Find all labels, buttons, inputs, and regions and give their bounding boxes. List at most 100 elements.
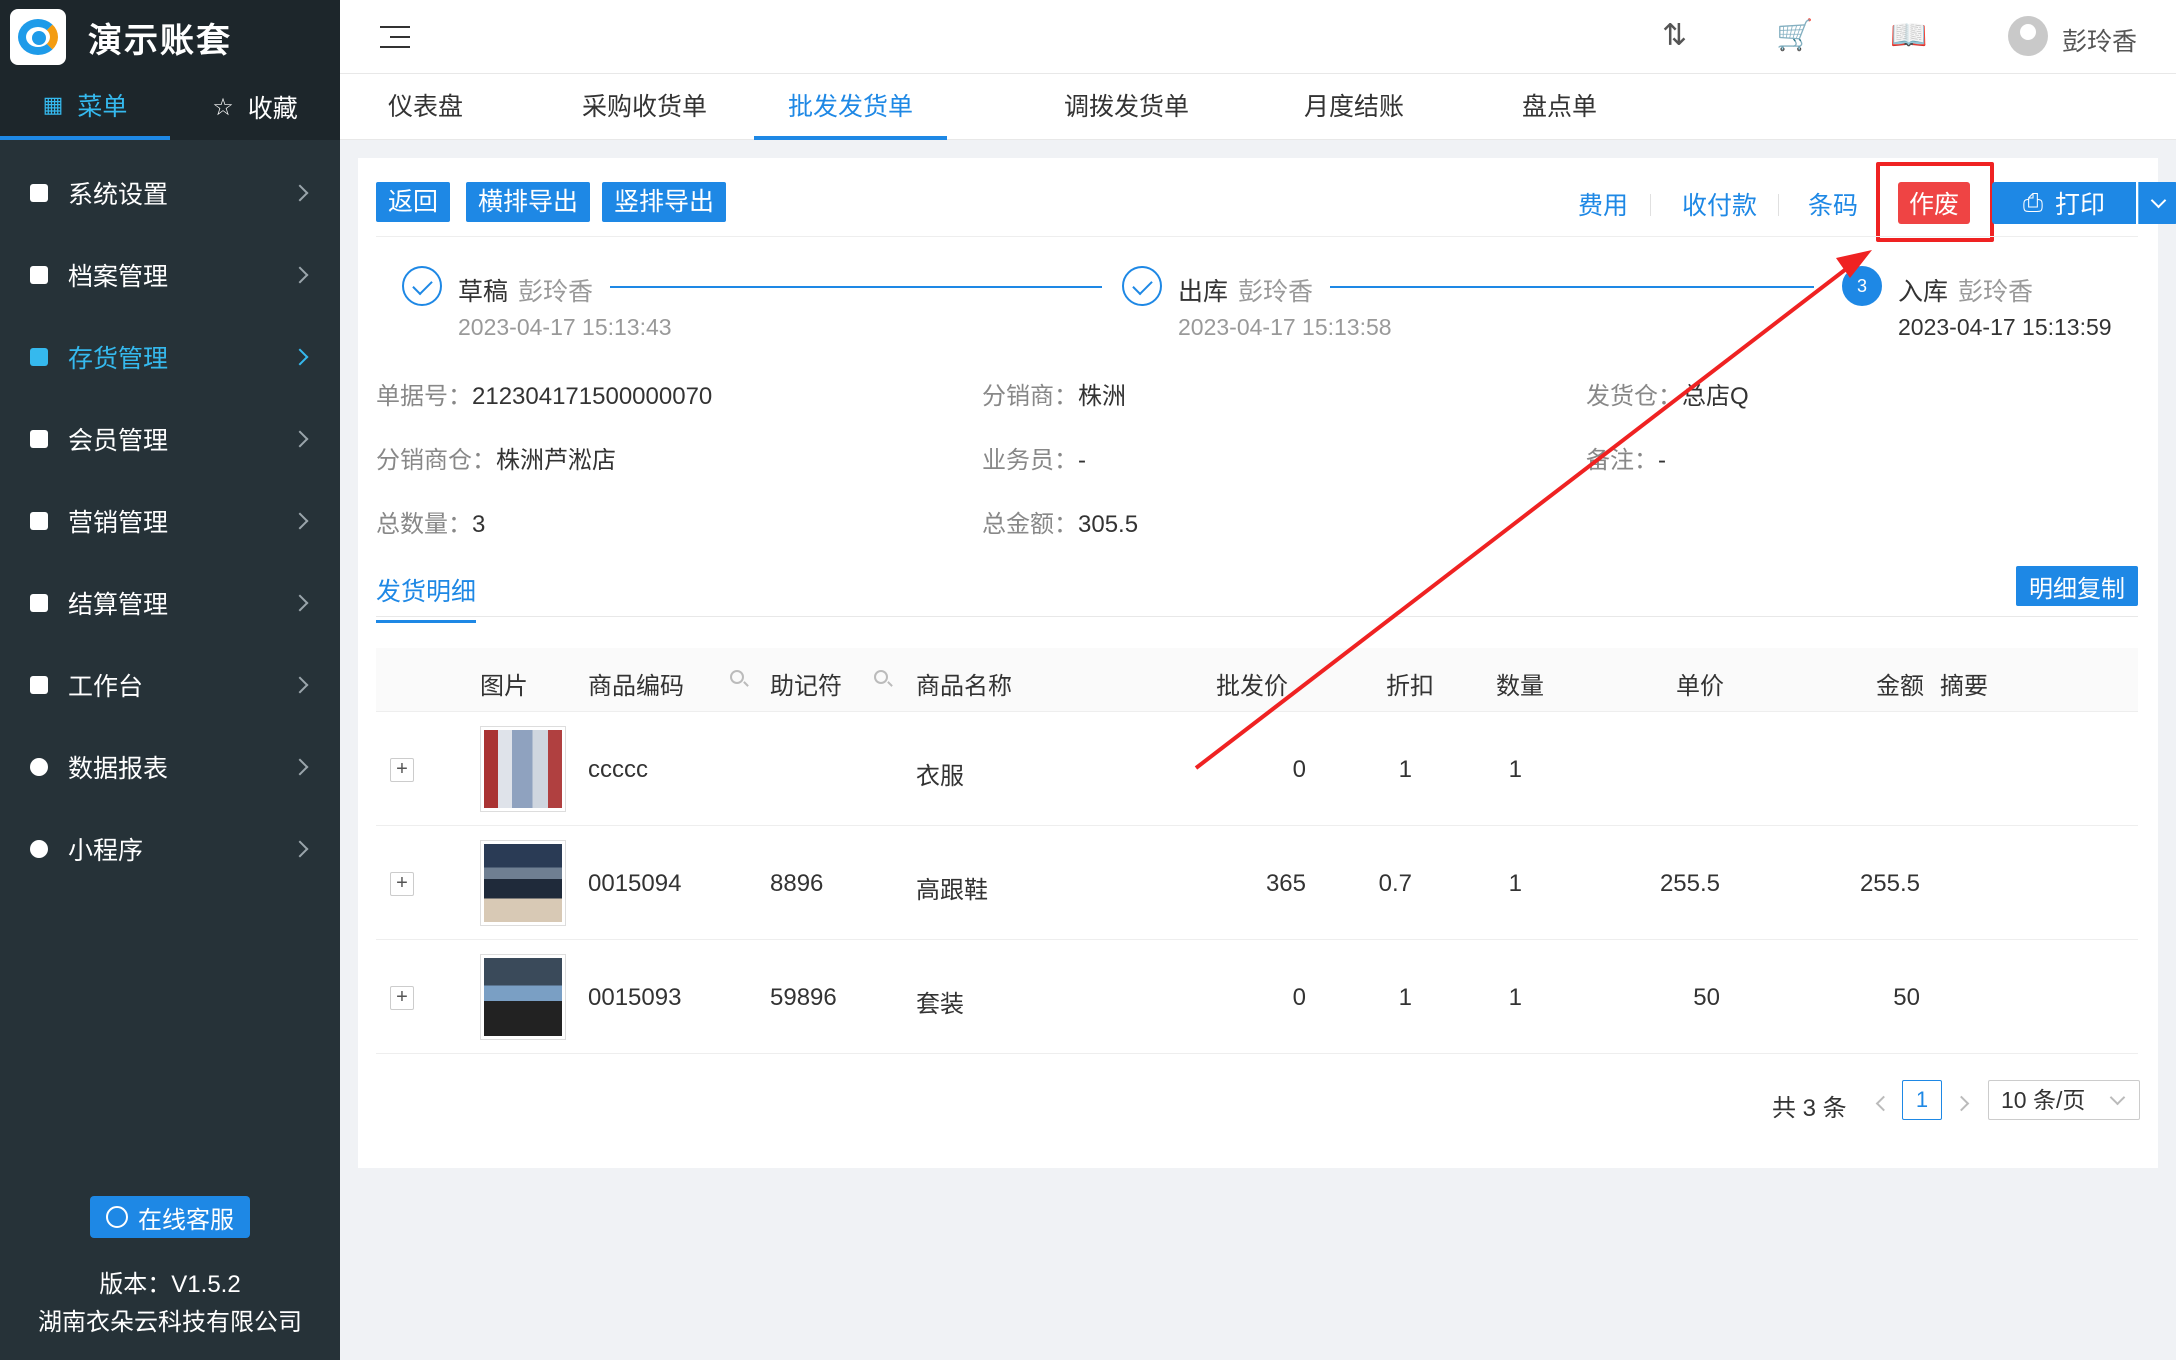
sidebar-item-archive[interactable]: 档案管理 <box>0 234 340 316</box>
column-header: 金额 <box>1876 673 1924 700</box>
export-vertical-button[interactable]: 竖排导出 <box>602 182 727 222</box>
user-avatar-icon[interactable] <box>2008 16 2048 56</box>
cell-name: 衣服 <box>916 763 964 790</box>
online-service-button[interactable]: 在线客服 <box>90 1196 250 1238</box>
user-name[interactable]: 彭玲香 <box>2062 22 2137 58</box>
sidebar-item-label: 档案管理 <box>68 263 169 291</box>
expand-icon[interactable]: + <box>390 872 414 896</box>
info-order-no: 单据号：212304171500000070 <box>376 376 712 411</box>
info-salesman: 业务员：- <box>982 440 1086 475</box>
step-time: 2023-04-17 15:13:43 <box>458 314 672 340</box>
chevron-right-icon <box>291 676 309 694</box>
barcode-link[interactable]: 条码 <box>1808 186 1858 222</box>
pagination-current-page[interactable]: 1 <box>1902 1080 1942 1120</box>
payment-link[interactable]: 收付款 <box>1682 186 1757 222</box>
tab-purchase-receipt[interactable]: 采购收货单 <box>582 74 707 140</box>
cube-icon <box>30 348 48 366</box>
cell-qty: 1 <box>1508 756 1522 783</box>
cell-price: 0 <box>1292 984 1306 1011</box>
tab-dashboard[interactable]: 仪表盘 <box>388 74 463 140</box>
expand-icon[interactable]: + <box>390 986 414 1010</box>
sidebar-item-label: 存货管理 <box>68 345 169 373</box>
divider <box>1650 194 1651 216</box>
member-card-icon <box>30 430 48 448</box>
column-header: 图片 <box>480 673 528 700</box>
miniprogram-icon <box>30 840 48 858</box>
cart-icon[interactable]: 🛒 <box>1776 18 1813 53</box>
sidebar-tab-label: 菜单 <box>77 93 128 121</box>
info-key: 分销商： <box>982 383 1078 410</box>
chevron-right-icon[interactable] <box>1953 1095 1970 1112</box>
sidebar-item-reports[interactable]: 数据报表 <box>0 726 340 808</box>
info-distributor-warehouse: 分销商仓：株洲芦淞店 <box>376 440 616 475</box>
chevron-right-icon <box>291 430 309 448</box>
sidebar-tab-favorites[interactable]: ☆ 收藏 <box>170 74 340 140</box>
divider <box>376 236 2138 237</box>
sidebar-item-settlement[interactable]: 结算管理 <box>0 562 340 644</box>
back-button[interactable]: 返回 <box>376 182 451 222</box>
brand-logo-icon <box>10 9 66 65</box>
fee-link[interactable]: 费用 <box>1578 186 1628 222</box>
cell-mnemonic: 59896 <box>770 984 837 1011</box>
chevron-right-icon <box>291 512 309 530</box>
cell-qty: 1 <box>1508 984 1522 1011</box>
pie-chart-icon <box>30 758 48 776</box>
sidebar-item-label: 结算管理 <box>68 591 169 619</box>
tab-transfer-delivery[interactable]: 调拨发货单 <box>1064 74 1189 140</box>
step-user: 彭玲香 <box>518 278 594 306</box>
info-key: 发货仓： <box>1586 383 1682 410</box>
info-key: 总金额： <box>982 511 1078 538</box>
printer-icon: ⎙ <box>2022 188 2043 217</box>
info-key: 业务员： <box>982 447 1078 474</box>
product-image <box>480 840 566 926</box>
chevron-right-icon <box>291 266 309 284</box>
chat-icon <box>106 1206 128 1228</box>
table-row: + ccccc 衣服 0 1 1 <box>376 712 2138 826</box>
sidebar-menu: 系统设置 档案管理 存货管理 会员管理 营销管理 结算管理 工作台 数据报表 小… <box>0 152 340 890</box>
step-check-icon <box>402 266 442 306</box>
step-number-badge: 3 <box>1842 266 1882 306</box>
cell-name: 高跟鞋 <box>916 877 988 904</box>
print-dropdown-chevron-icon[interactable] <box>2138 182 2176 224</box>
menu-toggle-icon[interactable] <box>380 26 410 50</box>
print-label: 打印 <box>2055 191 2106 219</box>
info-key: 备注： <box>1586 447 1658 474</box>
sidebar-item-workbench[interactable]: 工作台 <box>0 644 340 726</box>
print-button[interactable]: ⎙ 打印 <box>1992 182 2136 224</box>
copy-details-button[interactable]: 明细复制 <box>2016 566 2138 606</box>
annotation-highlight-box <box>1876 162 1994 242</box>
cell-amount: 50 <box>1893 984 1920 1011</box>
star-icon: ☆ <box>212 93 234 121</box>
cell-code: 0015093 <box>588 984 682 1011</box>
sidebar-item-marketing[interactable]: 营销管理 <box>0 480 340 562</box>
export-horizontal-button[interactable]: 横排导出 <box>466 182 591 222</box>
brand-title: 演示账套 <box>88 21 232 60</box>
sort-az-icon[interactable]: ⇅ <box>1662 18 1687 53</box>
info-total-qty: 总数量：3 <box>376 504 485 539</box>
version-text: 版本：V1.5.2 <box>99 1271 241 1298</box>
monitor-icon <box>30 676 48 694</box>
tab-monthly-closing[interactable]: 月度结账 <box>1304 74 1404 140</box>
cell-code: 0015094 <box>588 870 682 897</box>
column-header: 摘要 <box>1940 673 1988 700</box>
search-icon[interactable] <box>730 670 744 684</box>
chevron-left-icon[interactable] <box>1875 1095 1892 1112</box>
sidebar-item-miniprogram[interactable]: 小程序 <box>0 808 340 890</box>
sidebar-item-system-settings[interactable]: 系统设置 <box>0 152 340 234</box>
search-icon[interactable] <box>874 670 888 684</box>
info-key: 分销商仓： <box>376 447 496 474</box>
settings-icon <box>30 184 48 202</box>
table-header: 图片 商品编码 助记符 商品名称 批发价 折扣 数量 单价 金额 摘要 <box>376 648 2138 712</box>
sidebar-tab-menu[interactable]: ▦ 菜单 <box>0 74 170 140</box>
sidebar-item-inventory[interactable]: 存货管理 <box>0 316 340 398</box>
tab-stocktake[interactable]: 盘点单 <box>1522 74 1597 140</box>
tab-wholesale-delivery[interactable]: 批发发货单 <box>754 74 948 140</box>
sidebar-item-members[interactable]: 会员管理 <box>0 398 340 480</box>
sidebar-item-label: 会员管理 <box>68 427 169 455</box>
book-icon[interactable]: 📖 <box>1890 18 1927 53</box>
cell-price: 0 <box>1292 756 1306 783</box>
page-size-select[interactable]: 10 条/页 <box>1988 1080 2140 1120</box>
expand-icon[interactable]: + <box>390 758 414 782</box>
sidebar: 演示账套 ▦ 菜单 ☆ 收藏 系统设置 档案管理 存货管理 会员管理 营销管理 … <box>0 0 340 1360</box>
divider <box>1778 194 1779 216</box>
